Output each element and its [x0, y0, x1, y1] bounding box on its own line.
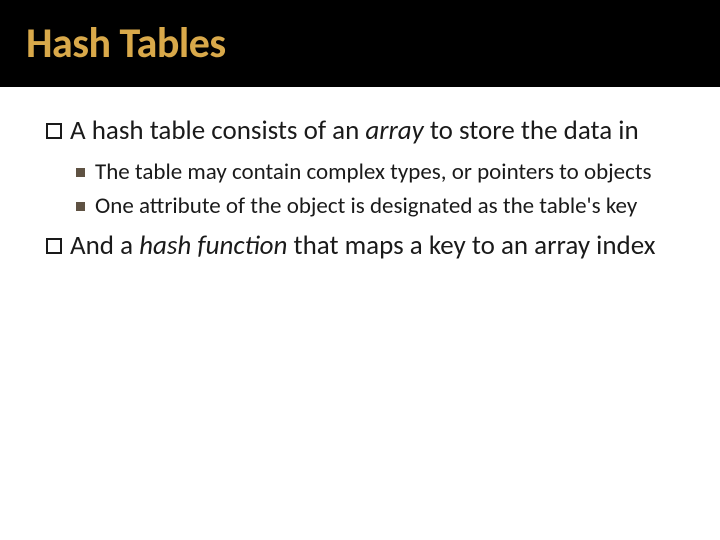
bullet-text: One attribute of the object is designate…	[95, 192, 684, 220]
text-fragment: A hash table consists of an	[70, 114, 365, 147]
bullet-text: And a hash function that maps a key to a…	[70, 230, 684, 263]
square-subbullet-icon	[76, 202, 85, 211]
title-bar: Hash Tables	[0, 0, 720, 87]
text-emphasis: hash function	[139, 229, 287, 262]
slide-title: Hash Tables	[26, 18, 720, 69]
bullet-text: The table may contain complex types, or …	[95, 158, 684, 186]
slide-content: A hash table consists of an array to sto…	[0, 87, 720, 263]
bullet-level2: The table may contain complex types, or …	[76, 158, 684, 186]
text-emphasis: array	[365, 114, 423, 147]
bullet-level1: And a hash function that maps a key to a…	[46, 230, 684, 263]
text-fragment: to store the data in	[424, 114, 639, 147]
square-bullet-icon	[46, 123, 62, 139]
bullet-text: A hash table consists of an array to sto…	[70, 115, 684, 148]
text-fragment: And a	[70, 229, 139, 262]
square-subbullet-icon	[76, 168, 85, 177]
square-bullet-icon	[46, 238, 62, 254]
text-fragment: that maps a key to an array index	[287, 229, 655, 262]
bullet-level2: One attribute of the object is designate…	[76, 192, 684, 220]
bullet-level1: A hash table consists of an array to sto…	[46, 115, 684, 148]
